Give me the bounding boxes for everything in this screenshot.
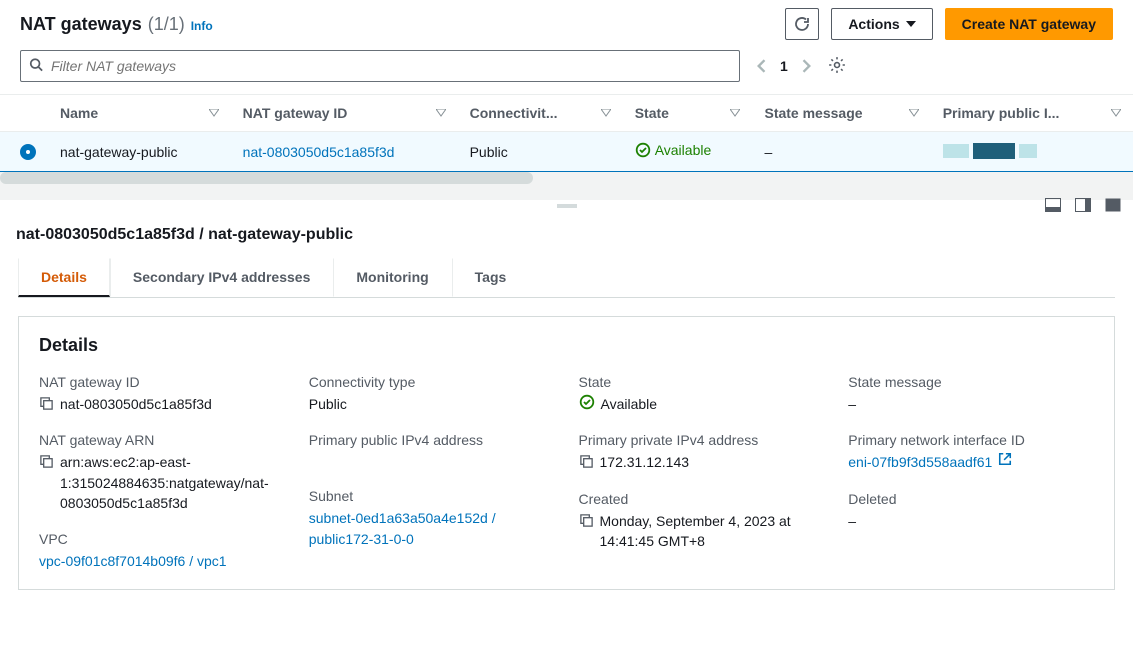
- col-state[interactable]: State: [623, 95, 753, 132]
- sort-icon: [436, 109, 446, 117]
- field-label: Subnet: [309, 488, 555, 504]
- field-label: NAT gateway ARN: [39, 432, 285, 448]
- panel-layout-bottom-button[interactable]: [1045, 198, 1061, 215]
- prev-page-icon[interactable]: [756, 59, 766, 73]
- copy-icon[interactable]: [579, 513, 594, 528]
- tab-monitoring[interactable]: Monitoring: [333, 258, 451, 297]
- cell-state: Available: [635, 142, 712, 158]
- split-drag-handle[interactable]: [0, 200, 1133, 212]
- cell-name: nat-gateway-public: [48, 132, 231, 172]
- cell-primary-public-ip: [931, 132, 1133, 172]
- field-value: –: [848, 511, 856, 531]
- col-state-message[interactable]: State message: [752, 95, 930, 132]
- field-label: NAT gateway ID: [39, 374, 285, 390]
- create-nat-gateway-button[interactable]: Create NAT gateway: [945, 8, 1113, 40]
- col-name[interactable]: Name: [48, 95, 231, 132]
- external-link-icon: [998, 452, 1012, 466]
- field-label: Deleted: [848, 491, 1094, 507]
- check-circle-icon: [635, 142, 651, 158]
- gear-icon: [828, 56, 846, 74]
- tab-tags[interactable]: Tags: [452, 258, 530, 297]
- cell-state-msg: –: [752, 132, 930, 172]
- drag-handle-icon: [557, 204, 577, 208]
- check-circle-icon: [579, 394, 595, 410]
- sort-icon: [601, 109, 611, 117]
- sort-icon: [730, 109, 740, 117]
- refresh-icon: [794, 16, 810, 32]
- col-select: [0, 95, 48, 132]
- details-card: Details NAT gateway ID nat-0803050d5c1a8…: [18, 316, 1115, 590]
- panel-layout-full-button[interactable]: [1105, 198, 1121, 215]
- card-title: Details: [39, 335, 1094, 356]
- cell-id-link[interactable]: nat-0803050d5c1a85f3d: [243, 144, 395, 160]
- col-connectivity[interactable]: Connectivit...: [458, 95, 623, 132]
- vpc-link[interactable]: vpc-09f01c8f7014b09f6 / vpc1: [39, 551, 227, 571]
- field-value: Public: [309, 394, 347, 414]
- filter-input[interactable]: [21, 51, 739, 81]
- title-count: (1/1): [148, 14, 185, 35]
- field-value: –: [848, 394, 856, 414]
- page-title: NAT gateways (1/1) Info: [20, 14, 213, 35]
- settings-button[interactable]: [828, 56, 846, 77]
- field-label: Primary private IPv4 address: [579, 432, 825, 448]
- col-id[interactable]: NAT gateway ID: [231, 95, 458, 132]
- next-page-icon[interactable]: [802, 59, 812, 73]
- search-wrap: [20, 50, 740, 82]
- cell-connectivity: Public: [458, 132, 623, 172]
- field-label: Primary public IPv4 address: [309, 432, 555, 448]
- create-button-label: Create NAT gateway: [962, 16, 1096, 32]
- field-label: Connectivity type: [309, 374, 555, 390]
- field-label: VPC: [39, 531, 285, 547]
- detail-heading: nat-0803050d5c1a85f3d / nat-gateway-publ…: [0, 212, 1133, 248]
- nat-gateways-table: Name NAT gateway ID Connectivit... State…: [0, 94, 1133, 172]
- field-label: State message: [848, 374, 1094, 390]
- title-text: NAT gateways: [20, 14, 142, 35]
- row-radio[interactable]: [20, 144, 36, 160]
- tab-secondary-ipv4[interactable]: Secondary IPv4 addresses: [110, 258, 333, 297]
- copy-icon[interactable]: [39, 454, 54, 469]
- copy-icon[interactable]: [39, 396, 54, 411]
- info-link[interactable]: Info: [191, 19, 213, 33]
- field-label: Primary network interface ID: [848, 432, 1094, 448]
- tab-details[interactable]: Details: [18, 258, 110, 297]
- panel-layout-side-button[interactable]: [1075, 198, 1091, 215]
- sort-icon: [209, 109, 219, 117]
- table-row[interactable]: nat-gateway-public nat-0803050d5c1a85f3d…: [0, 132, 1133, 172]
- field-label: State: [579, 374, 825, 390]
- col-primary-public-ip[interactable]: Primary public I...: [931, 95, 1133, 132]
- eni-link[interactable]: eni-07fb9f3d558aadf61: [848, 452, 992, 472]
- field-value: arn:aws:ec2:ap-east-1:315024884635:natga…: [60, 452, 285, 513]
- subnet-link[interactable]: subnet-0ed1a63a50a4e152d / public172-31-…: [309, 508, 555, 549]
- field-value: nat-0803050d5c1a85f3d: [60, 394, 212, 414]
- field-value: Available: [601, 394, 658, 414]
- field-label: Created: [579, 491, 825, 507]
- caret-down-icon: [906, 21, 916, 27]
- sort-icon: [1111, 109, 1121, 117]
- actions-label: Actions: [848, 16, 899, 32]
- field-value: Monday, September 4, 2023 at 14:41:45 GM…: [600, 511, 825, 552]
- horizontal-scrollbar[interactable]: [0, 172, 1133, 184]
- refresh-button[interactable]: [785, 8, 819, 40]
- actions-button[interactable]: Actions: [831, 8, 932, 40]
- sort-icon: [909, 109, 919, 117]
- field-value: 172.31.12.143: [600, 452, 690, 472]
- search-icon: [29, 58, 43, 75]
- copy-icon[interactable]: [579, 454, 594, 469]
- page-number: 1: [780, 58, 788, 74]
- pager: 1: [756, 58, 812, 74]
- detail-tabs: Details Secondary IPv4 addresses Monitor…: [18, 258, 1115, 298]
